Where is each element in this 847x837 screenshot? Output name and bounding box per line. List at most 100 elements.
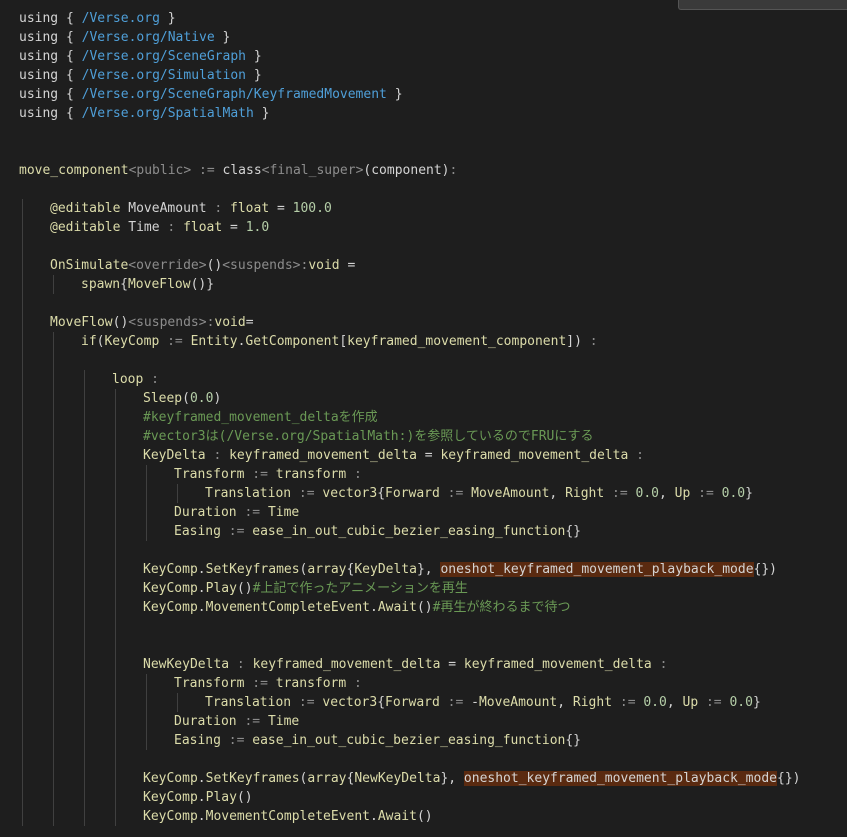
code-token: Transform bbox=[174, 467, 245, 482]
code-token: } bbox=[386, 87, 403, 102]
code-token: float bbox=[230, 201, 270, 216]
code-token: } bbox=[214, 30, 231, 45]
code-token: class bbox=[222, 163, 262, 178]
code-line[interactable]: OnSimulate<override>()<suspends>:void = bbox=[50, 256, 355, 275]
code-line[interactable]: KeyComp.Play() bbox=[143, 788, 253, 807]
code-line[interactable]: Transform := transform : bbox=[174, 674, 362, 693]
code-token: ease_in_out_cubic_bezier_easing_function bbox=[252, 524, 566, 539]
code-token: : bbox=[214, 201, 231, 216]
code-line[interactable]: using { /Verse.org/SceneGraph/KeyframedM… bbox=[19, 85, 403, 104]
code-line[interactable]: KeyComp.SetKeyframes(array{KeyDelta}, on… bbox=[143, 560, 777, 579]
code-token: } bbox=[246, 49, 262, 64]
code-token: = bbox=[416, 448, 441, 463]
code-line[interactable]: Translation := vector3{Forward := -MoveA… bbox=[205, 693, 761, 712]
code-line[interactable]: using { /Verse.org } bbox=[19, 9, 176, 28]
code-line[interactable]: Sleep(0.0) bbox=[143, 389, 221, 408]
code-token: @editable bbox=[50, 220, 121, 235]
indent-guide bbox=[146, 674, 147, 750]
code-token: KeyComp bbox=[143, 771, 198, 786]
code-line[interactable]: KeyComp.Play()#上記で作ったアニメーションを再生 bbox=[143, 579, 468, 598]
code-line[interactable]: #keyframed_movement_deltaを作成 bbox=[143, 408, 378, 427]
code-token: := bbox=[159, 334, 191, 349]
code-token: keyframed_movement_delta bbox=[229, 448, 417, 463]
code-token: . bbox=[197, 600, 206, 615]
code-token: } bbox=[246, 68, 262, 83]
code-line[interactable]: #vector3は(/Verse.org/SpatialMath:)を参照してい… bbox=[143, 427, 594, 446]
code-token: Up bbox=[682, 695, 699, 710]
code-line[interactable]: Duration := Time bbox=[174, 503, 299, 522]
code-token: move_component bbox=[19, 163, 129, 178]
code-line[interactable]: KeyDelta : keyframed_movement_delta = ke… bbox=[143, 446, 644, 465]
code-token: . bbox=[370, 600, 378, 615]
code-line[interactable]: if(KeyComp := Entity.GetComponent[keyfra… bbox=[81, 332, 598, 351]
code-token: using { bbox=[19, 30, 82, 45]
code-token: := bbox=[604, 486, 636, 501]
code-token: := bbox=[236, 505, 268, 520]
code-token: := bbox=[439, 486, 472, 501]
code-line[interactable]: loop : bbox=[112, 370, 159, 389]
code-line[interactable]: KeyComp.MovementCompleteEvent.Await() bbox=[143, 807, 433, 826]
code-token: Forward bbox=[385, 695, 440, 710]
code-line[interactable]: using { /Verse.org/SceneGraph } bbox=[19, 47, 262, 66]
code-token: using { bbox=[19, 49, 82, 64]
indent-guide bbox=[53, 275, 54, 294]
code-token: Sleep bbox=[143, 391, 183, 406]
code-token: Time bbox=[120, 220, 168, 235]
code-line[interactable]: Easing := ease_in_out_cubic_bezier_easin… bbox=[174, 522, 581, 541]
indent-guide bbox=[22, 199, 23, 826]
code-line[interactable]: Translation := vector3{Forward := MoveAm… bbox=[205, 484, 753, 503]
code-token: MoveAmount bbox=[471, 486, 550, 501]
code-token: : bbox=[628, 448, 644, 463]
code-line[interactable]: using { /Verse.org/Simulation } bbox=[19, 66, 262, 85]
code-line[interactable]: spawn{MoveFlow()} bbox=[81, 275, 214, 294]
code-token: Translation bbox=[205, 695, 292, 710]
code-token: NewKeyDelta bbox=[354, 771, 441, 786]
code-token: = bbox=[339, 258, 356, 273]
code-token: NewKeyDelta bbox=[143, 657, 230, 672]
code-line[interactable]: NewKeyDelta : keyframed_movement_delta =… bbox=[143, 655, 667, 674]
code-token: KeyComp bbox=[143, 809, 198, 824]
code-token: 0.0 bbox=[189, 391, 214, 406]
code-line[interactable]: @editable MoveAmount : float = 100.0 bbox=[50, 199, 332, 218]
code-line[interactable]: Duration := Time bbox=[174, 712, 299, 731]
code-token: Transform bbox=[174, 676, 245, 691]
code-token: }, bbox=[416, 562, 441, 577]
code-token: = bbox=[440, 657, 464, 672]
code-token: Time bbox=[267, 714, 300, 729]
editor-minimap-widget[interactable] bbox=[678, 0, 847, 10]
code-token: () bbox=[112, 315, 129, 330]
code-token: := bbox=[612, 695, 644, 710]
code-line[interactable]: move_component<public> := class<final_su… bbox=[19, 161, 457, 180]
code-line[interactable]: @editable Time : float = 1.0 bbox=[50, 218, 269, 237]
code-token: () bbox=[416, 809, 433, 824]
code-token: transform bbox=[275, 467, 347, 482]
code-line[interactable]: Transform := transform : bbox=[174, 465, 362, 484]
code-line[interactable]: KeyComp.SetKeyframes(array{NewKeyDelta},… bbox=[143, 769, 800, 788]
code-token: ( bbox=[182, 391, 190, 406]
code-line[interactable]: KeyComp.MovementCompleteEvent.Await()#再生… bbox=[143, 598, 570, 617]
code-token: := bbox=[690, 486, 722, 501]
code-token: float bbox=[183, 220, 223, 235]
code-token: = bbox=[222, 220, 246, 235]
code-token: using { bbox=[19, 68, 82, 83]
code-token: Up bbox=[674, 486, 691, 501]
code-token: : bbox=[143, 372, 159, 387]
code-line[interactable]: using { /Verse.org/Native } bbox=[19, 28, 230, 47]
code-token: Await bbox=[377, 600, 417, 615]
code-line[interactable]: MoveFlow()<suspends>:void= bbox=[50, 313, 254, 332]
code-token: Entity bbox=[190, 334, 238, 349]
code-token: Duration bbox=[174, 714, 237, 729]
code-token: [ bbox=[339, 334, 348, 349]
code-token: := bbox=[291, 695, 323, 710]
code-token: KeyDelta bbox=[354, 562, 417, 577]
code-token: = bbox=[269, 201, 293, 216]
code-line[interactable]: using { /Verse.org/SpatialMath } bbox=[19, 104, 269, 123]
code-token: } bbox=[752, 695, 761, 710]
code-token: GetComponent bbox=[245, 334, 340, 349]
code-token: <suspends> bbox=[128, 315, 207, 330]
code-token: { bbox=[377, 695, 386, 710]
code-token: OnSimulate bbox=[50, 258, 129, 273]
code-token: /Verse.org/Simulation bbox=[81, 68, 246, 83]
code-line[interactable]: Easing := ease_in_out_cubic_bezier_easin… bbox=[174, 731, 581, 750]
code-editor[interactable]: using { /Verse.org } using { /Verse.org/N… bbox=[0, 0, 847, 837]
